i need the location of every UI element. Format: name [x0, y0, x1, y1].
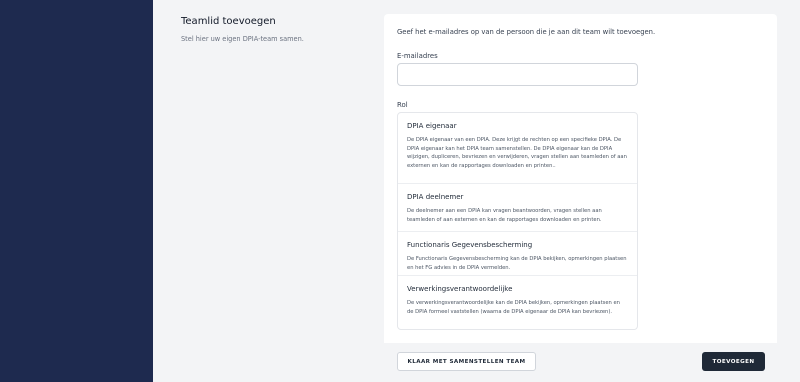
role-description: De Functionaris Gegevensbescherming kan …	[407, 256, 627, 271]
section-title: Teamlid toevoegen	[181, 16, 276, 27]
finish-team-button[interactable]: KLAAR MET SAMENSTELLEN TEAM	[397, 352, 536, 371]
role-option-functionaris-gegevensbescherming[interactable]: Functionaris Gegevensbescherming De Func…	[398, 232, 637, 276]
role-description: De deelnemer aan een DPIA kan vragen bea…	[407, 208, 602, 223]
role-description: De DPIA eigenaar van een DPIA. Deze krij…	[407, 137, 627, 169]
role-title: Functionaris Gegevensbescherming	[407, 241, 533, 249]
role-option-dpia-deelnemer[interactable]: DPIA deelnemer De deelnemer aan een DPIA…	[398, 184, 637, 232]
add-member-button[interactable]: TOEVOEGEN	[702, 352, 765, 371]
add-member-card: Geef het e-mailadres op van de persoon d…	[384, 14, 777, 343]
role-title: DPIA eigenaar	[407, 122, 457, 130]
role-title: Verwerkingsverantwoordelijke	[407, 285, 513, 293]
role-option-verwerkingsverantwoordelijke[interactable]: Verwerkingsverantwoordelijke De verwerki…	[398, 276, 637, 329]
section-subtitle: Stel hier uw eigen DPIA-team samen.	[181, 35, 304, 43]
email-field[interactable]	[397, 63, 638, 86]
email-label: E-mailadres	[397, 52, 438, 60]
role-option-dpia-eigenaar[interactable]: DPIA eigenaar De DPIA eigenaar van een D…	[398, 113, 637, 184]
form-description: Geef het e-mailadres op van de persoon d…	[397, 28, 656, 36]
role-list: DPIA eigenaar De DPIA eigenaar van een D…	[397, 112, 638, 330]
card-footer: KLAAR MET SAMENSTELLEN TEAM TOEVOEGEN	[384, 343, 777, 382]
section-intro: Teamlid toevoegen Stel hier uw eigen DPI…	[181, 15, 371, 44]
role-label: Rol	[397, 101, 408, 109]
sidebar	[0, 0, 153, 382]
role-title: DPIA deelnemer	[407, 193, 464, 201]
role-description: De verwerkingsverantwoordelijke kan de D…	[407, 300, 620, 315]
